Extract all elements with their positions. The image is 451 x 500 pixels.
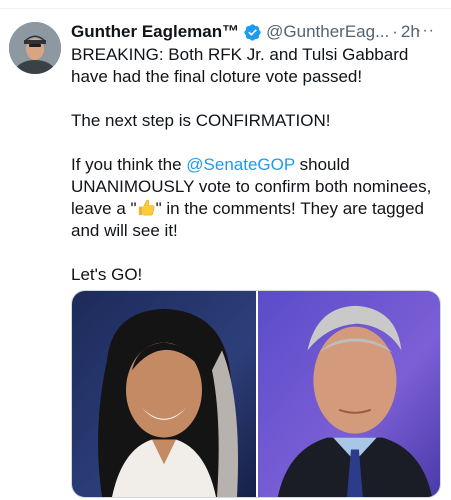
- separator-dot: ·: [392, 22, 398, 41]
- verified-badge-icon: [243, 23, 262, 42]
- tweet-text: BREAKING: Both RFK Jr. and Tulsi Gabbard…: [71, 44, 443, 286]
- avatar[interactable]: [9, 22, 61, 74]
- tweet-line-call-to-action: If you think the @SenateGOP should UNANI…: [71, 154, 443, 242]
- tweet-media[interactable]: [71, 290, 441, 498]
- photo-left-image: [72, 291, 256, 497]
- photo-right-image: [258, 291, 440, 497]
- mention-senategop[interactable]: @SenateGOP: [186, 155, 295, 174]
- tweet-line-lets-go: Let's GO!: [71, 265, 143, 284]
- photo-left[interactable]: [72, 291, 256, 497]
- more-options-icon[interactable]: ···: [416, 22, 445, 40]
- author-name[interactable]: Gunther Eagleman™: [71, 22, 239, 42]
- top-divider: [0, 8, 451, 9]
- author-handle[interactable]: @GuntherEag...: [266, 22, 389, 42]
- thumbs-up-emoji: [137, 198, 156, 217]
- avatar-image: [9, 22, 61, 74]
- tweet-line-breaking: BREAKING: Both RFK Jr. and Tulsi Gabbard…: [71, 45, 409, 86]
- tweet-line-next-step: The next step is CONFIRMATION!: [71, 111, 331, 130]
- cta-text-start: If you think the: [71, 155, 187, 174]
- tweet-header: Gunther Eagleman™ @GuntherEag... · 2h: [71, 19, 443, 45]
- photo-right[interactable]: [258, 291, 440, 497]
